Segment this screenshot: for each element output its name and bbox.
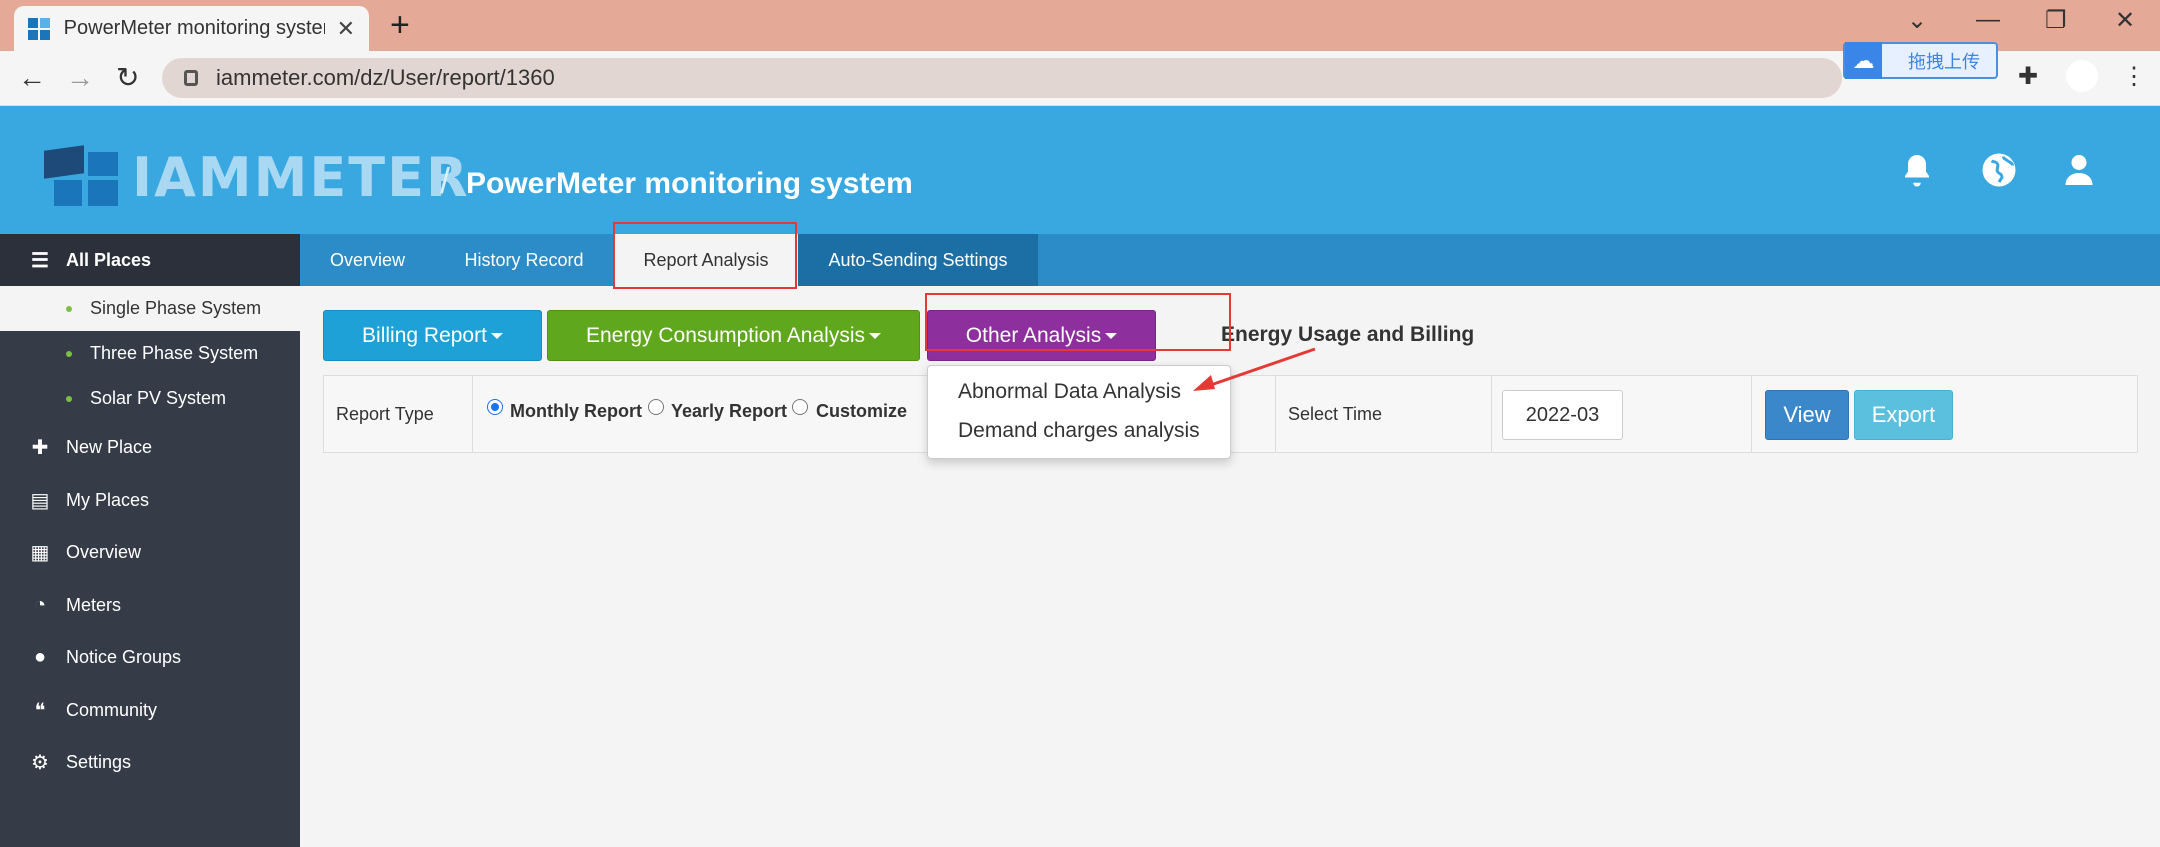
sidebar-item-three-phase[interactable]: Three Phase System	[0, 331, 300, 376]
menu-item-demand-charges[interactable]: Demand charges analysis	[958, 419, 1200, 443]
profile-avatar[interactable]	[2066, 60, 2098, 92]
report-type-label: Report Type	[336, 404, 434, 424]
sidebar-item-label: My Places	[66, 489, 150, 510]
bell-icon[interactable]	[1899, 152, 1935, 188]
page-title: / PowerMeter monitoring system	[440, 160, 913, 202]
annotation-box-report-analysis	[613, 222, 797, 289]
title-separator: /	[440, 160, 451, 201]
sidebar-item-solar-pv[interactable]: Solar PV System	[0, 376, 300, 421]
status-dot	[66, 350, 72, 357]
reload-icon[interactable]: ↻	[116, 62, 139, 94]
logo-text: IAMMETER	[132, 146, 470, 209]
customize-label[interactable]: Customize	[816, 401, 907, 422]
forward-arrow-icon[interactable]: →	[66, 62, 94, 94]
minimize-button[interactable]: —	[1976, 6, 2000, 34]
cloud-icon: ☁	[1845, 42, 1882, 79]
sidebar-item-label: Three Phase System	[90, 343, 259, 363]
upload-extension-label: 拖拽上传	[1908, 51, 1980, 72]
iammeter-logo[interactable]: IAMMETER	[44, 144, 470, 209]
billing-report-button[interactable]: Billing Report	[323, 310, 542, 361]
user-icon[interactable]	[2061, 152, 2097, 188]
gear-icon: ⚙	[31, 751, 49, 774]
yearly-report-radio[interactable]	[648, 399, 664, 415]
back-arrow-icon[interactable]: ←	[18, 62, 46, 94]
globe-icon[interactable]	[1981, 152, 2017, 188]
sidebar-item-label: Solar PV System	[90, 388, 227, 408]
comments-icon: ❝	[34, 699, 46, 722]
monthly-report-radio[interactable]	[487, 399, 503, 415]
server-icon: ▤	[30, 489, 50, 512]
view-button[interactable]: View	[1765, 390, 1849, 440]
url-input[interactable]: iammeter.com/dz/User/report/1360	[162, 58, 1842, 98]
grid-icon: ▦	[30, 541, 50, 564]
site-favicon-icon	[28, 17, 50, 40]
url-text: iammeter.com/dz/User/report/1360	[216, 65, 555, 90]
monthly-report-label[interactable]: Monthly Report	[510, 401, 642, 422]
energy-consumption-label: Energy Consumption Analysis	[586, 323, 865, 347]
sidebar-item-my-places[interactable]: ▤ My Places	[0, 474, 300, 526]
caret-down-icon	[868, 332, 881, 339]
tab-history-record[interactable]: History Record	[444, 234, 604, 286]
new-tab-button[interactable]: +	[390, 8, 410, 42]
status-dot	[66, 305, 72, 312]
sidebar-item-label: New Place	[66, 436, 153, 457]
sidebar-item-single-phase[interactable]: Single Phase System	[0, 286, 300, 331]
extensions-puzzle-icon[interactable]: ✚	[2018, 62, 2038, 91]
plus-icon: ✚	[31, 436, 49, 459]
tab-search-icon[interactable]: ⌄	[1907, 6, 1927, 35]
sidebar-item-label: Meters	[66, 594, 122, 615]
sidebar-item-label: All Places	[66, 249, 152, 270]
sidebar-item-overview[interactable]: ▦ Overview	[0, 526, 300, 578]
browser-tab[interactable]: PowerMeter monitoring system ✕	[14, 6, 369, 51]
sidebar-item-label: Notice Groups	[66, 646, 182, 667]
sidebar-item-label: Overview	[66, 541, 142, 562]
select-time-label: Select Time	[1288, 404, 1383, 424]
sidebar-item-new-place[interactable]: ✚ New Place	[0, 421, 300, 473]
tab-auto-sending-settings[interactable]: Auto-Sending Settings	[798, 234, 1038, 286]
person-icon: ●	[33, 645, 47, 668]
menu-item-abnormal-data[interactable]: Abnormal Data Analysis	[958, 380, 1181, 404]
annotation-box-other-analysis	[925, 293, 1231, 351]
sidebar-item-all-places[interactable]: ☰ All Places	[0, 234, 300, 286]
restore-button[interactable]: ❐	[2045, 6, 2067, 35]
caret-down-icon	[490, 332, 503, 339]
tab-close-icon[interactable]: ✕	[337, 16, 355, 42]
annotation-arrow-icon	[1193, 347, 1316, 391]
status-dot	[66, 395, 72, 402]
logo-mark-icon	[44, 144, 122, 208]
sidebar-item-label: Single Phase System	[90, 298, 262, 318]
app-title-text: PowerMeter monitoring system	[466, 167, 913, 200]
sidebar-item-community[interactable]: ❝ Community	[0, 684, 300, 736]
gauge-icon: ◔	[33, 593, 47, 616]
sidebar-item-settings[interactable]: ⚙ Settings	[0, 736, 300, 788]
sidebar-item-notice-groups[interactable]: ● Notice Groups	[0, 631, 300, 683]
cell-divider	[1491, 375, 1492, 453]
sidebar-item-label: Community	[66, 699, 158, 720]
cell-divider	[1751, 375, 1752, 453]
lock-icon	[184, 70, 198, 86]
tab-overview[interactable]: Overview	[300, 234, 435, 286]
sidebar-item-label: Settings	[66, 751, 132, 772]
close-window-button[interactable]: ✕	[2115, 6, 2135, 35]
browser-menu-icon[interactable]: ⋮	[2122, 62, 2146, 91]
cell-divider	[472, 375, 473, 453]
time-input[interactable]: 2022-03	[1502, 390, 1623, 440]
upload-extension-button[interactable]: ☁ 拖拽上传	[1843, 42, 1998, 79]
billing-report-label: Billing Report	[362, 323, 487, 347]
sidebar-item-meters[interactable]: ◔ Meters	[0, 579, 300, 631]
energy-consumption-button[interactable]: Energy Consumption Analysis	[547, 310, 920, 361]
list-icon: ☰	[31, 249, 49, 272]
tab-title: PowerMeter monitoring system	[63, 17, 325, 39]
yearly-report-label[interactable]: Yearly Report	[671, 401, 787, 422]
section-title: Energy Usage and Billing	[1221, 323, 1475, 346]
export-button[interactable]: Export	[1854, 390, 1953, 440]
customize-radio[interactable]	[792, 399, 808, 415]
